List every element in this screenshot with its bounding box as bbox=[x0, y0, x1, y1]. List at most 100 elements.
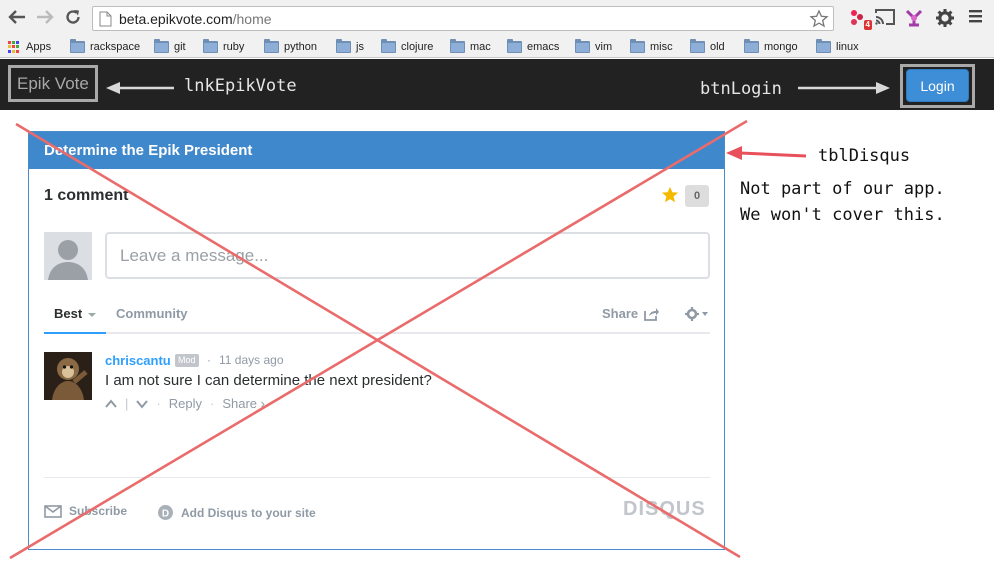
bookmark-folder[interactable]: rackspace bbox=[70, 39, 140, 55]
sort-tabs: Best Community Share bbox=[44, 300, 710, 334]
monkey-avatar-icon bbox=[44, 352, 92, 400]
user-avatar bbox=[44, 232, 92, 280]
extension2-button[interactable] bbox=[904, 8, 926, 28]
page-icon bbox=[99, 11, 112, 27]
folder-icon bbox=[264, 39, 279, 53]
bookmark-label: mongo bbox=[764, 41, 798, 53]
login-button[interactable]: Login bbox=[906, 69, 969, 102]
disqus-annotation: tblDisqus bbox=[818, 146, 911, 166]
comment-time-label: 11 days ago bbox=[219, 353, 284, 367]
folder-icon bbox=[154, 39, 169, 53]
subscribe-link[interactable]: Subscribe bbox=[44, 504, 127, 518]
comment-time[interactable]: · 11 days ago bbox=[207, 353, 284, 367]
settings-gear-icon[interactable] bbox=[684, 306, 710, 322]
divider: | bbox=[125, 396, 129, 411]
disqus-logo[interactable]: DISQUS bbox=[623, 498, 706, 521]
share-button[interactable]: Share bbox=[602, 300, 660, 328]
disqus-widget: Determine the Epik President 1 comment 0… bbox=[28, 131, 725, 550]
browser-toolbar: beta.epikvote.com/home 4 bbox=[0, 0, 994, 36]
bookmark-label: rackspace bbox=[90, 41, 141, 53]
divider: · bbox=[209, 396, 215, 411]
reload-button[interactable] bbox=[62, 6, 84, 28]
login-annotation: btnLogin bbox=[700, 79, 782, 99]
avatar-silhouette-icon bbox=[48, 240, 88, 280]
divider: · bbox=[156, 396, 161, 411]
upvote-icon[interactable] bbox=[105, 398, 117, 409]
menu-button[interactable] bbox=[968, 8, 990, 28]
folder-icon bbox=[575, 39, 590, 53]
bookmark-apps[interactable]: Apps bbox=[8, 39, 51, 55]
envelope-icon bbox=[44, 504, 62, 518]
address-bar[interactable]: beta.epikvote.com/home bbox=[92, 6, 834, 31]
cast-icon bbox=[875, 9, 895, 25]
bookmark-label: clojure bbox=[401, 41, 434, 53]
comment-share-link[interactable]: Share › bbox=[222, 396, 265, 411]
caret-down-icon bbox=[88, 312, 97, 317]
bookmark-folder[interactable]: emacs bbox=[507, 39, 559, 55]
note-line-2: We won't cover this. bbox=[740, 205, 945, 225]
bookmark-label: linux bbox=[836, 41, 859, 53]
comment-count: 1 comment bbox=[44, 187, 129, 204]
bookmark-label: ruby bbox=[223, 41, 245, 53]
tab-best[interactable]: Best bbox=[44, 300, 107, 334]
bookmark-folder[interactable]: linux bbox=[816, 39, 859, 55]
reload-icon bbox=[66, 10, 80, 24]
bookmark-label: old bbox=[710, 41, 725, 53]
folder-icon bbox=[816, 39, 831, 53]
recommend-star-icon[interactable] bbox=[661, 186, 679, 204]
bookmark-folder[interactable]: git bbox=[154, 39, 186, 55]
forward-arrow-icon bbox=[37, 10, 54, 24]
bookmark-folder[interactable]: clojure bbox=[381, 39, 433, 55]
folder-icon bbox=[203, 39, 218, 53]
comment-actions: | · Reply · Share › bbox=[105, 396, 265, 411]
tab-best-label: Best bbox=[54, 306, 83, 321]
reply-link[interactable]: Reply bbox=[169, 396, 202, 411]
forward-button[interactable] bbox=[34, 6, 56, 28]
comment-input[interactable]: Leave a message... bbox=[105, 232, 710, 279]
folder-icon bbox=[690, 39, 705, 53]
folder-icon bbox=[336, 39, 351, 53]
app-navbar: Epik Vote Login lnkEpikVote btnLogin bbox=[0, 59, 994, 110]
disqus-d-icon: D bbox=[158, 505, 173, 520]
bookmark-folder[interactable]: old bbox=[690, 39, 725, 55]
subscribe-label: Subscribe bbox=[69, 504, 128, 518]
add-disqus-link[interactable]: D Add Disqus to your site bbox=[157, 504, 316, 521]
bookmark-folder[interactable]: ruby bbox=[203, 39, 244, 55]
bookmark-folder[interactable]: mongo bbox=[744, 39, 798, 55]
folder-icon bbox=[381, 39, 396, 53]
brand-link[interactable]: Epik Vote bbox=[8, 65, 98, 102]
disqus-header: Determine the Epik President bbox=[29, 132, 724, 169]
comment-author[interactable]: chriscantu bbox=[105, 353, 171, 368]
tab-community[interactable]: Community bbox=[116, 300, 188, 328]
back-button[interactable] bbox=[6, 6, 28, 28]
back-arrow-icon bbox=[8, 10, 25, 24]
bookmark-folder[interactable]: misc bbox=[630, 39, 673, 55]
bookmark-folder[interactable]: js bbox=[336, 39, 364, 55]
extension-button[interactable]: 4 bbox=[848, 8, 872, 30]
folder-icon bbox=[507, 39, 522, 53]
bookmark-label: vim bbox=[595, 41, 613, 53]
bookmark-star-icon[interactable] bbox=[809, 9, 829, 29]
url-path: /home bbox=[232, 11, 272, 27]
bookmark-label: mac bbox=[470, 41, 491, 53]
brand-annotation: lnkEpikVote bbox=[184, 76, 297, 96]
bookmarks-bar: Apps rackspace git ruby python js clojur… bbox=[0, 36, 994, 58]
settings-button[interactable] bbox=[935, 8, 957, 28]
folder-icon bbox=[744, 39, 759, 53]
add-disqus-label: Add Disqus to your site bbox=[181, 505, 316, 520]
downvote-icon[interactable] bbox=[136, 399, 149, 409]
extension-badge: 4 bbox=[863, 20, 872, 30]
puzzle-figure-icon bbox=[905, 9, 923, 27]
bookmark-label: misc bbox=[650, 41, 673, 53]
apps-grid-icon bbox=[8, 41, 20, 53]
favorite-count[interactable]: 0 bbox=[685, 185, 709, 207]
commenter-avatar[interactable] bbox=[44, 352, 92, 400]
bookmark-folder[interactable]: python bbox=[264, 39, 317, 55]
bookmark-folder[interactable]: mac bbox=[450, 39, 491, 55]
cast-button[interactable] bbox=[874, 8, 896, 28]
bookmark-folder[interactable]: vim bbox=[575, 39, 612, 55]
gear-icon bbox=[936, 9, 954, 27]
bookmark-label: python bbox=[284, 41, 318, 53]
share-label: Share bbox=[602, 306, 639, 321]
disqus-arrow bbox=[726, 146, 807, 160]
